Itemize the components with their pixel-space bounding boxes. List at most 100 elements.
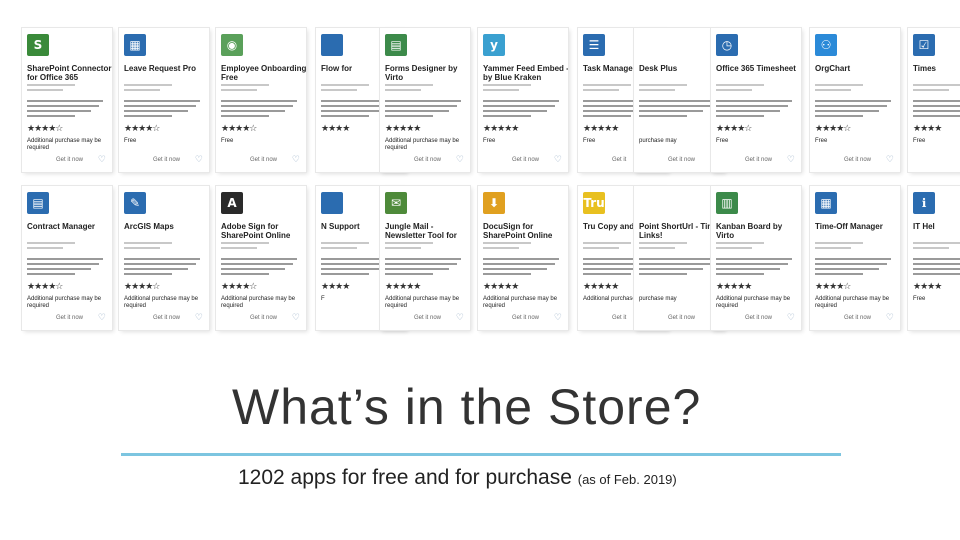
app-price: Additional purchase may be required	[27, 138, 102, 151]
get-it-now-link[interactable]: Get it now	[250, 315, 277, 321]
rating-stars: ★★★★☆	[815, 282, 851, 292]
app-publisher	[385, 242, 465, 254]
app-card[interactable]: ▥ Kanban Board by Virto ★★★★★ Additional pu…	[711, 186, 801, 330]
favorite-heart-icon[interactable]: ♡	[195, 155, 203, 165]
favorite-heart-icon[interactable]: ♡	[195, 313, 203, 323]
app-card[interactable]: ◷ Office 365 Timesheet ★★★★☆ Free Get it now…	[711, 28, 801, 172]
favorite-heart-icon[interactable]: ♡	[456, 155, 464, 165]
favorite-heart-icon[interactable]: ♡	[98, 313, 106, 323]
app-card[interactable]: ✉ Jungle Mail - Newsletter Tool for Offic…	[380, 186, 470, 330]
get-it-now-link[interactable]: Get it now	[250, 157, 277, 163]
get-it-now-link[interactable]: Get it now	[844, 157, 871, 163]
app-title[interactable]: Times	[913, 64, 960, 73]
app-title[interactable]: ArcGIS Maps	[124, 222, 209, 231]
app-title[interactable]: Office 365 Timesheet	[716, 64, 801, 73]
app-card[interactable]: ☑Times★★★★Free♡	[908, 28, 960, 172]
app-card[interactable]: y Yammer Feed Embed - by Blue Kraken ★★★★★…	[478, 28, 568, 172]
favorite-heart-icon[interactable]: ♡	[554, 155, 562, 165]
rating-stars: ★★★★★	[583, 282, 619, 292]
app-card-grid: S SharePoint Connector for Office 365 ★★★★…	[0, 0, 960, 340]
app-card[interactable]: ⬇ DocuSign for SharePoint Online ★★★★★ Addi…	[478, 186, 568, 330]
app-logo-icon: ⚇	[815, 34, 837, 56]
subtitle-note: (as of Feb. 2019)	[577, 472, 677, 487]
app-logo-icon: ▥	[716, 192, 738, 214]
get-it-now-link[interactable]: Get it	[612, 315, 626, 321]
favorite-heart-icon[interactable]: ♡	[98, 155, 106, 165]
app-title[interactable]: Yammer Feed Embed - by Blue Kraken	[483, 64, 568, 82]
app-title[interactable]: Employee Onboarding Free	[221, 64, 306, 82]
app-logo-icon: S	[27, 34, 49, 56]
app-price: Free	[483, 138, 496, 144]
get-it-now-link[interactable]: Get it now	[668, 315, 695, 321]
get-it-now-link[interactable]: Get it	[612, 157, 626, 163]
get-it-now-link[interactable]: Get it now	[153, 157, 180, 163]
get-it-now-link[interactable]: Get it now	[668, 157, 695, 163]
app-title[interactable]: Jungle Mail - Newsletter Tool for Office…	[385, 222, 470, 240]
rating-stars: ★★★★★	[385, 124, 421, 134]
app-price: Free	[716, 138, 729, 144]
app-logo-icon: ▦	[815, 192, 837, 214]
favorite-heart-icon[interactable]: ♡	[787, 155, 795, 165]
title-underline	[121, 453, 841, 456]
app-description	[385, 100, 465, 120]
favorite-heart-icon[interactable]: ♡	[886, 155, 894, 165]
app-description	[716, 100, 796, 120]
get-it-now-link[interactable]: Get it now	[745, 157, 772, 163]
app-logo-icon: ▦	[124, 34, 146, 56]
app-card[interactable]: A Adobe Sign for SharePoint Online ★★★★☆ Ad…	[216, 186, 306, 330]
get-it-now-link[interactable]: Get it now	[512, 315, 539, 321]
app-card[interactable]: ▦ Time-Off Manager ★★★★☆ Additional purchas…	[810, 186, 900, 330]
app-title[interactable]: OrgChart	[815, 64, 900, 73]
app-title[interactable]: Leave Request Pro	[124, 64, 209, 73]
app-title[interactable]: Time-Off Manager	[815, 222, 900, 231]
rating-stars: ★★★★★	[583, 124, 619, 134]
app-card[interactable]: ⚇ OrgChart ★★★★☆ Free Get it now ♡	[810, 28, 900, 172]
app-logo-icon: ✎	[124, 192, 146, 214]
favorite-heart-icon[interactable]: ♡	[886, 313, 894, 323]
rating-stars: ★★★★	[913, 282, 942, 292]
app-logo-icon: ◉	[221, 34, 243, 56]
get-it-now-link[interactable]: Get it now	[414, 157, 441, 163]
app-title[interactable]: Contract Manager	[27, 222, 112, 231]
rating-stars: ★★★★☆	[221, 124, 257, 134]
app-description	[483, 100, 563, 120]
app-card[interactable]: ℹIT Hel★★★★Free♡	[908, 186, 960, 330]
get-it-now-link[interactable]: Get it now	[844, 315, 871, 321]
app-title[interactable]: Forms Designer by Virto	[385, 64, 470, 82]
app-title[interactable]: Adobe Sign for SharePoint Online	[221, 222, 306, 240]
favorite-heart-icon[interactable]: ♡	[554, 313, 562, 323]
get-it-now-link[interactable]: Get it now	[512, 157, 539, 163]
app-publisher	[815, 242, 895, 254]
get-it-now-link[interactable]: Get it now	[56, 157, 83, 163]
get-it-now-link[interactable]: Get it now	[153, 315, 180, 321]
rating-stars: ★★★★★	[483, 124, 519, 134]
app-price: Additional purchase may be required	[385, 138, 460, 151]
app-card[interactable]: ▤ Forms Designer by Virto ★★★★★ Additional …	[380, 28, 470, 172]
app-publisher	[639, 84, 719, 96]
get-it-now-link[interactable]: Get it now	[414, 315, 441, 321]
rating-stars: ★★★★☆	[716, 124, 752, 134]
app-logo-icon: ⬇	[483, 192, 505, 214]
app-title[interactable]: DocuSign for SharePoint Online	[483, 222, 568, 240]
rating-stars: ★★★★	[321, 124, 350, 134]
favorite-heart-icon[interactable]: ♡	[456, 313, 464, 323]
app-card[interactable]: ◉ Employee Onboarding Free ★★★★☆ Free Get it…	[216, 28, 306, 172]
favorite-heart-icon[interactable]: ♡	[787, 313, 795, 323]
app-card[interactable]: S SharePoint Connector for Office 365 ★★★★…	[22, 28, 112, 172]
app-price: Free	[913, 296, 926, 302]
app-title[interactable]: Kanban Board by Virto	[716, 222, 801, 240]
favorite-heart-icon[interactable]: ♡	[292, 313, 300, 323]
get-it-now-link[interactable]: Get it now	[745, 315, 772, 321]
subtitle-main: 1202 apps for free and for purchase	[238, 466, 572, 489]
app-description	[221, 258, 301, 278]
get-it-now-link[interactable]: Get it now	[56, 315, 83, 321]
favorite-heart-icon[interactable]: ♡	[292, 155, 300, 165]
app-title[interactable]: SharePoint Connector for Office 365	[27, 64, 112, 82]
app-logo-icon	[321, 192, 343, 214]
app-card[interactable]: ▦ Leave Request Pro ★★★★☆ Free Get it now ♡	[119, 28, 209, 172]
app-publisher	[716, 84, 796, 96]
app-card[interactable]: ✎ ArcGIS Maps ★★★★☆ Additional purchase may…	[119, 186, 209, 330]
app-publisher	[913, 84, 960, 96]
app-title[interactable]: IT Hel	[913, 222, 960, 231]
app-card[interactable]: ▤ Contract Manager ★★★★☆ Additional purchas…	[22, 186, 112, 330]
